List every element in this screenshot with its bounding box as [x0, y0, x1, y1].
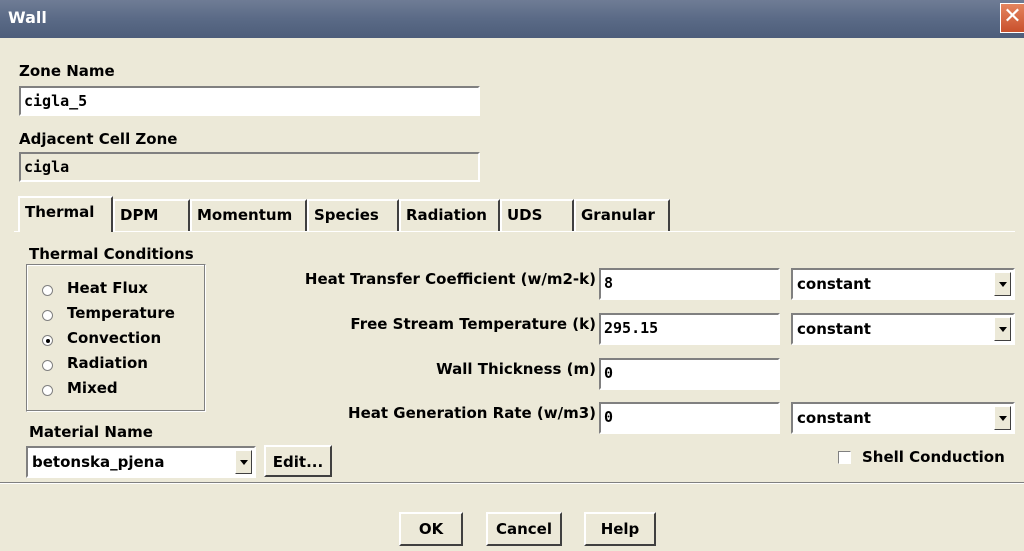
wall-thickness-input[interactable]: 0: [599, 358, 780, 390]
radio-temperature-label: Temperature: [67, 304, 175, 322]
radio-button[interactable]: [42, 385, 53, 396]
radio-button[interactable]: [42, 310, 53, 321]
heat-transfer-coefficient-input[interactable]: 8: [599, 268, 780, 300]
heat-transfer-coefficient-label: Heat Transfer Coefficient (w/m2-k): [304, 270, 596, 288]
shell-conduction-label: Shell Conduction: [862, 448, 1005, 466]
tab-species[interactable]: Species: [307, 199, 399, 231]
tab-granular[interactable]: Granular: [574, 199, 670, 231]
adjacent-cell-zone-label: Adjacent Cell Zone: [19, 130, 178, 148]
material-name-value: betonska_pjena: [32, 453, 165, 471]
free-stream-temperature-label: Free Stream Temperature (k): [350, 315, 596, 333]
chevron-down-icon[interactable]: [994, 272, 1011, 296]
chevron-down-icon[interactable]: [994, 406, 1011, 430]
edit-material-button[interactable]: Edit...: [264, 445, 332, 477]
ok-button[interactable]: OK: [399, 512, 463, 546]
tab-strip-line: [14, 231, 1015, 232]
heat-transfer-coefficient-method[interactable]: constant: [791, 268, 1015, 300]
window-title: Wall: [8, 8, 47, 27]
help-button[interactable]: Help: [584, 512, 656, 546]
method-value: constant: [797, 409, 871, 427]
tab-dpm[interactable]: DPM: [113, 199, 190, 231]
radio-heat-flux-label: Heat Flux: [67, 279, 148, 297]
thermal-conditions-label: Thermal Conditions: [29, 245, 194, 263]
free-stream-temperature-input[interactable]: 295.15: [599, 313, 780, 345]
method-value: constant: [797, 320, 871, 338]
adjacent-cell-zone-field: cigla: [19, 152, 480, 182]
radio-button[interactable]: [42, 285, 53, 296]
heat-generation-rate-method[interactable]: constant: [791, 402, 1015, 434]
radio-button-selected[interactable]: [42, 335, 53, 346]
shell-conduction-toggle[interactable]: Shell Conduction: [838, 448, 1018, 468]
radio-radiation-label: Radiation: [67, 354, 148, 372]
tab-uds[interactable]: UDS: [500, 199, 574, 231]
radio-button[interactable]: [42, 360, 53, 371]
heat-generation-rate-input[interactable]: 0: [599, 402, 780, 434]
material-name-select[interactable]: betonska_pjena: [26, 446, 256, 478]
tab-momentum[interactable]: Momentum: [190, 199, 307, 231]
tab-radiation[interactable]: Radiation: [399, 199, 500, 231]
chevron-down-icon[interactable]: [994, 317, 1011, 341]
shell-conduction-checkbox[interactable]: [838, 451, 851, 464]
wall-thickness-label: Wall Thickness (m): [436, 360, 596, 378]
method-value: constant: [797, 275, 871, 293]
cancel-button[interactable]: Cancel: [486, 512, 562, 546]
free-stream-temperature-method[interactable]: constant: [791, 313, 1015, 345]
chevron-down-icon[interactable]: [235, 450, 252, 474]
close-icon: ✕: [1003, 4, 1022, 29]
material-name-label: Material Name: [29, 423, 153, 441]
separator-highlight: [0, 483, 1024, 484]
radio-mixed-label: Mixed: [67, 379, 118, 397]
radio-convection-label: Convection: [67, 329, 162, 347]
zone-name-label: Zone Name: [19, 62, 115, 80]
zone-name-input[interactable]: cigla_5: [19, 86, 480, 116]
close-button[interactable]: ✕: [1000, 3, 1024, 33]
tab-thermal[interactable]: Thermal: [18, 196, 113, 232]
heat-generation-rate-label: Heat Generation Rate (w/m3): [348, 404, 596, 422]
title-bar: [0, 0, 1024, 38]
